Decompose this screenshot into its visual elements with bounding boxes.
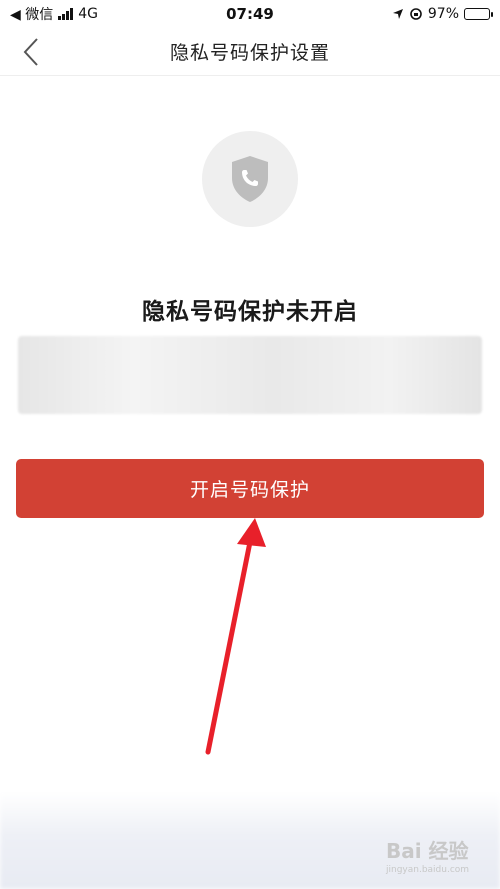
page-title: 隐私号码保护设置 bbox=[169, 42, 330, 64]
baidu-watermark: Bai 经验 jingyan.baidu.com bbox=[386, 835, 486, 881]
status-left: ◀ 微信 4G bbox=[10, 4, 98, 24]
watermark-logo-text: Bai 经验 bbox=[386, 839, 469, 863]
enable-protection-button[interactable]: 开启号码保护 bbox=[16, 459, 484, 518]
rotation-lock-icon bbox=[410, 8, 422, 20]
signal-icon bbox=[58, 8, 74, 20]
status-right: 97% bbox=[392, 6, 493, 22]
arrow-head bbox=[237, 518, 266, 547]
shield-phone-icon bbox=[232, 156, 268, 202]
back-button[interactable] bbox=[14, 34, 48, 70]
nav-bar: 隐私号码保护设置 bbox=[0, 28, 500, 76]
battery-icon bbox=[464, 8, 493, 20]
description-text bbox=[18, 336, 482, 364]
watermark-url: jingyan.baidu.com bbox=[386, 865, 470, 875]
arrow-shaft bbox=[205, 534, 254, 755]
chevron-left-icon bbox=[23, 38, 38, 66]
shield-icon-container bbox=[202, 131, 298, 227]
watermark-logo: Bai 经验 bbox=[386, 835, 486, 864]
protection-status-heading: 隐私号码保护未开启 bbox=[142, 299, 358, 325]
network-label: 4G bbox=[78, 6, 98, 22]
blurred-description bbox=[18, 336, 482, 414]
status-bar: ◀ 微信 4G 07:49 97% bbox=[0, 0, 500, 28]
battery-percent: 97% bbox=[427, 6, 459, 22]
location-icon bbox=[392, 9, 403, 19]
back-to-app-label[interactable]: ◀ 微信 bbox=[10, 4, 53, 24]
